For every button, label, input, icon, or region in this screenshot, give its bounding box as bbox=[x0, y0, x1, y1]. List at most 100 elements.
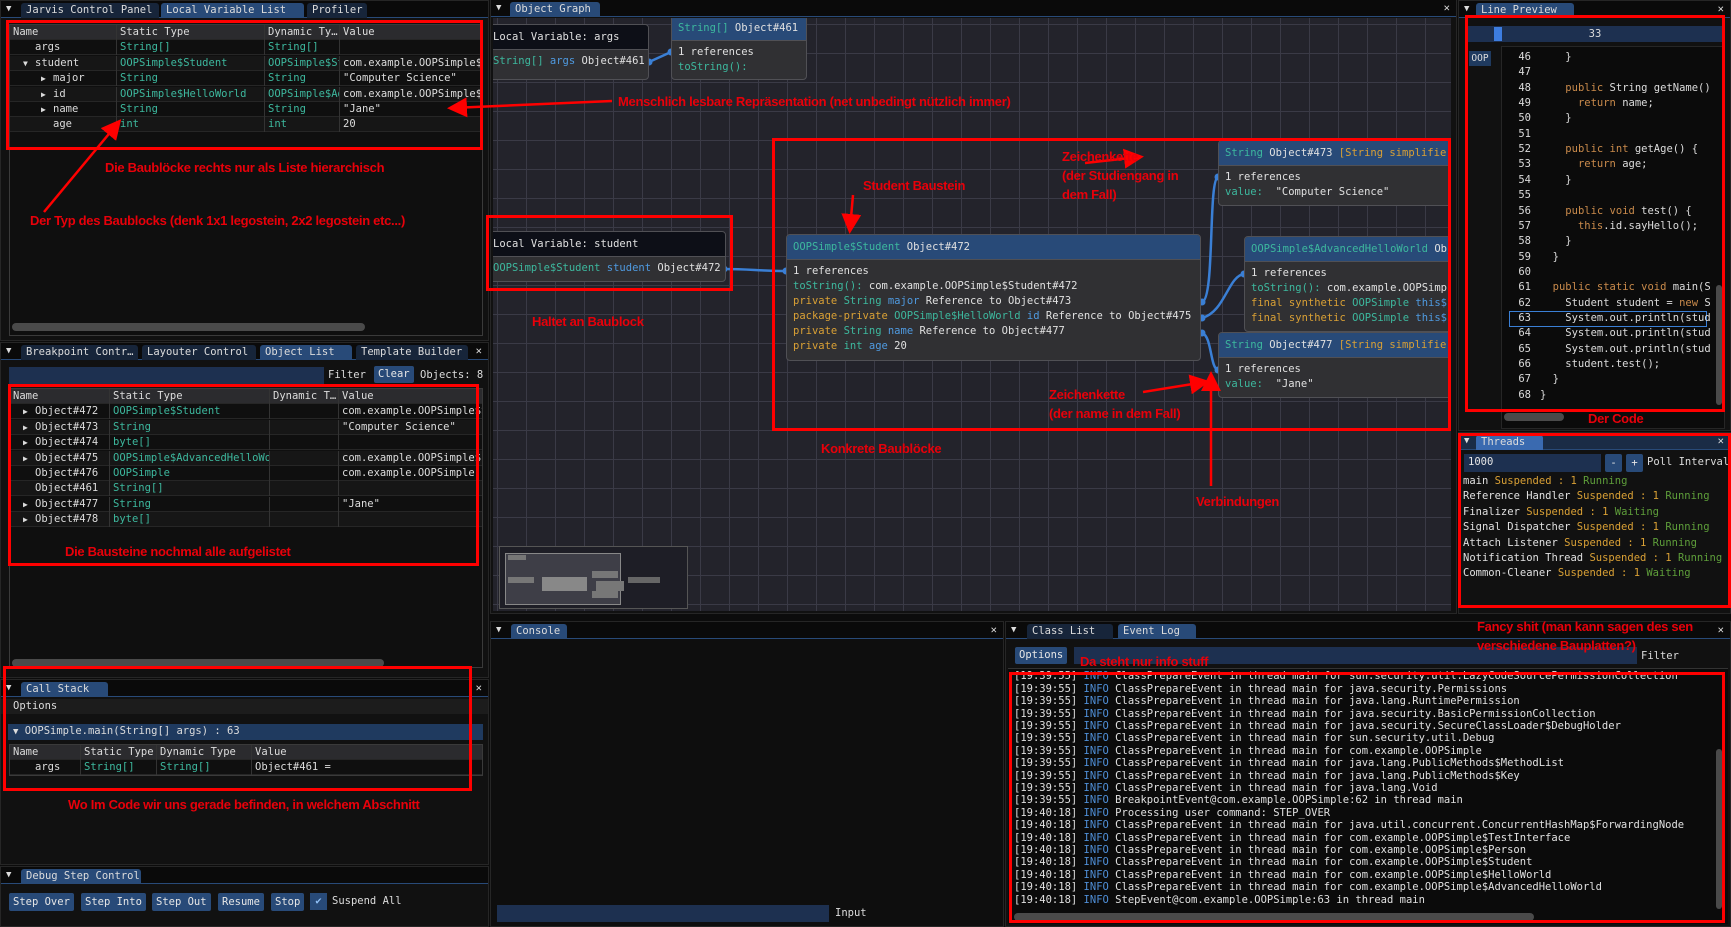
node-field[interactable]: 1 references bbox=[678, 45, 800, 60]
tab-call-stack[interactable]: Call Stack bbox=[21, 682, 108, 697]
code-line[interactable]: 67 } bbox=[1502, 372, 1712, 387]
vertical-scrollbar[interactable] bbox=[1716, 285, 1722, 405]
node-field[interactable]: 1 references bbox=[793, 264, 1194, 279]
horizontal-scrollbar[interactable] bbox=[12, 659, 384, 667]
code-line[interactable]: 48 public String getName() bbox=[1502, 81, 1712, 96]
code-line[interactable]: 64 System.out.println(stud bbox=[1502, 326, 1712, 341]
step-over-button[interactable]: Step Over bbox=[9, 893, 74, 911]
column-header[interactable]: Name bbox=[10, 389, 109, 404]
close-icon[interactable]: ✕ bbox=[1718, 623, 1724, 638]
node-field[interactable]: package-private OOPSimple$HelloWorld id … bbox=[793, 309, 1194, 324]
table-row[interactable]: ▶ Object#475 OOPSimple$AdvancedHelloWorld c… bbox=[10, 450, 482, 466]
decrement-button[interactable]: - bbox=[1605, 454, 1622, 472]
chevron-right-icon[interactable]: ▶ bbox=[41, 71, 46, 86]
code-line[interactable]: 65 System.out.println(stud bbox=[1502, 342, 1712, 357]
stop-button[interactable]: Stop bbox=[271, 893, 305, 911]
table-row[interactable]: ▶ Object#478 byte[] bbox=[10, 512, 482, 528]
code-line[interactable]: 52 public int getAge() { bbox=[1502, 142, 1712, 157]
event-log-list[interactable]: [19:39:55] INFO ClassPrepareEvent in thr… bbox=[1008, 668, 1728, 924]
node-header[interactable]: OOPSimple$Student Object#472 bbox=[787, 235, 1200, 260]
horizontal-scrollbar[interactable] bbox=[1504, 413, 1564, 421]
increment-button[interactable]: + bbox=[1626, 454, 1643, 472]
resume-button[interactable]: Resume bbox=[218, 893, 264, 911]
step-out-button[interactable]: Step Out bbox=[152, 893, 211, 911]
table-row[interactable]: age int int 20 bbox=[10, 117, 482, 133]
table-row[interactable]: ▶ Object#474 byte[] bbox=[10, 435, 482, 451]
node-field[interactable]: toString(): com.example.OOPSimp bbox=[1251, 281, 1451, 296]
column-header[interactable]: Name bbox=[10, 25, 116, 40]
code-line[interactable]: 55 bbox=[1502, 188, 1712, 203]
stack-frame[interactable]: ▼ OOPSimple.main(String[] args) : 63 bbox=[8, 724, 483, 740]
node-field[interactable]: private int age 20 bbox=[793, 339, 1194, 354]
close-icon[interactable]: ✕ bbox=[1444, 1, 1450, 16]
object-filter-input[interactable] bbox=[9, 367, 324, 384]
node-field[interactable]: OOPSimple$Student student Object#472 bbox=[493, 261, 721, 276]
table-row[interactable]: ▶ Object#473 String "Computer Science" bbox=[10, 419, 482, 435]
collapse-icon[interactable]: ▼ bbox=[1011, 623, 1016, 638]
thread-item[interactable]: Reference Handler Suspended : 1 Running bbox=[1463, 489, 1710, 504]
thread-item[interactable]: Common-Cleaner Suspended : 1 Waiting bbox=[1463, 566, 1691, 581]
chevron-down-icon[interactable]: ▼ bbox=[23, 56, 28, 71]
tab-object-list[interactable]: Object List bbox=[260, 345, 352, 360]
table-row[interactable]: ▼ student OOPSimple$StudentOOPSimple$Stude… bbox=[10, 55, 482, 71]
collapse-icon[interactable]: ▼ bbox=[1464, 2, 1469, 17]
table-row[interactable]: ▶ name String String "Jane" bbox=[10, 102, 482, 117]
code-line[interactable]: 53 return age; bbox=[1502, 157, 1712, 172]
column-header[interactable]: Static Type bbox=[109, 389, 269, 404]
table-row[interactable]: Object#461 String[] bbox=[10, 481, 482, 497]
node-field[interactable]: 1 references bbox=[1251, 266, 1451, 281]
node-field[interactable]: 1 references bbox=[1225, 362, 1451, 377]
table-row[interactable]: args String[] String[] Object#461 = bbox=[10, 760, 482, 775]
node-field[interactable]: toString(): com.example.OOPSimple$Studen… bbox=[793, 279, 1194, 294]
tab-class-list[interactable]: Class List bbox=[1027, 624, 1113, 639]
log-entry[interactable]: [19:40:18] INFO ClassPrepareEvent in thr… bbox=[1014, 832, 1570, 844]
log-entry[interactable]: [19:40:18] INFO ClassPrepareEvent in thr… bbox=[1014, 869, 1551, 881]
column-header[interactable]: Value bbox=[339, 25, 482, 40]
log-entry[interactable]: [19:39:55] INFO ClassPrepareEvent in thr… bbox=[1014, 770, 1520, 782]
code-line[interactable]: 49 return name; bbox=[1502, 96, 1712, 111]
step-into-button[interactable]: Step Into bbox=[81, 893, 146, 911]
log-entry[interactable]: [19:39:55] INFO ClassPrepareEvent in thr… bbox=[1014, 745, 1482, 757]
collapse-icon[interactable]: ▼ bbox=[6, 868, 11, 883]
column-header[interactable]: Dynamic Type bbox=[156, 745, 251, 760]
collapse-icon[interactable]: ▼ bbox=[6, 344, 11, 359]
object-node-461[interactable]: String[] Object#461 1 references toString(… bbox=[671, 18, 807, 80]
node-field[interactable]: private String major Reference to Object… bbox=[793, 294, 1194, 309]
table-row[interactable]: args String[] String[] bbox=[10, 40, 482, 56]
column-header[interactable]: Static Type bbox=[116, 25, 264, 40]
horizontal-scrollbar[interactable] bbox=[1014, 913, 1534, 921]
tab-console[interactable]: Console bbox=[511, 624, 567, 639]
table-row[interactable]: ▶ Object#472 OOPSimple$Student com.example.… bbox=[10, 404, 482, 420]
node-field[interactable]: 1 references bbox=[1225, 170, 1451, 185]
node-field[interactable]: value: "Computer Science" bbox=[1225, 185, 1451, 200]
log-entry[interactable]: [19:39:55] INFO ClassPrepareEvent in thr… bbox=[1014, 782, 1438, 794]
vertical-scrollbar[interactable] bbox=[1716, 749, 1722, 909]
code-line[interactable]: 68} bbox=[1502, 388, 1712, 403]
options-button[interactable]: Options bbox=[1015, 647, 1068, 664]
code-line[interactable]: 66 student.test(); bbox=[1502, 357, 1712, 372]
column-header[interactable]: Dynamic Ty… bbox=[264, 25, 339, 40]
file-tab-oop[interactable]: OOP bbox=[1469, 51, 1491, 66]
column-header[interactable]: Dynamic T… bbox=[269, 389, 338, 404]
tab-local-variable-list[interactable]: Local Variable List bbox=[161, 3, 304, 18]
log-entry[interactable]: [19:39:55] INFO ClassPrepareEvent in thr… bbox=[1014, 757, 1564, 769]
local-variable-node-student[interactable]: Local Variable: student OOPSimple$Student… bbox=[493, 231, 726, 282]
tab-profiler[interactable]: Profiler bbox=[307, 3, 367, 18]
code-line[interactable]: 47 bbox=[1502, 65, 1712, 80]
poll-interval-input[interactable]: 1000 bbox=[1464, 454, 1601, 472]
object-node-477[interactable]: String Object#477 [String simplifie 1 ref… bbox=[1218, 332, 1451, 398]
node-header[interactable]: String Object#477 [String simplifie bbox=[1219, 333, 1451, 358]
suspend-all-checkbox[interactable]: ✔ bbox=[310, 893, 327, 910]
horizontal-scrollbar[interactable] bbox=[12, 323, 365, 331]
node-field[interactable]: String[] args Object#461 bbox=[493, 54, 645, 69]
code-line[interactable]: 54 } bbox=[1502, 173, 1712, 188]
log-entry[interactable]: [19:39:55] INFO ClassPrepareEvent in thr… bbox=[1014, 670, 1678, 682]
object-node-473[interactable]: String Object#473 [String simplifie 1 ref… bbox=[1218, 140, 1451, 206]
tab-layouter-control[interactable]: Layouter Control bbox=[142, 345, 256, 360]
log-entry[interactable]: [19:39:55] INFO ClassPrepareEvent in thr… bbox=[1014, 683, 1507, 695]
column-header[interactable]: Name bbox=[10, 745, 80, 760]
node-field[interactable]: private String name Reference to Object#… bbox=[793, 324, 1194, 339]
chevron-right-icon[interactable]: ▶ bbox=[41, 87, 46, 102]
close-icon[interactable]: ✕ bbox=[476, 681, 482, 696]
slider-grab[interactable] bbox=[1494, 27, 1502, 41]
